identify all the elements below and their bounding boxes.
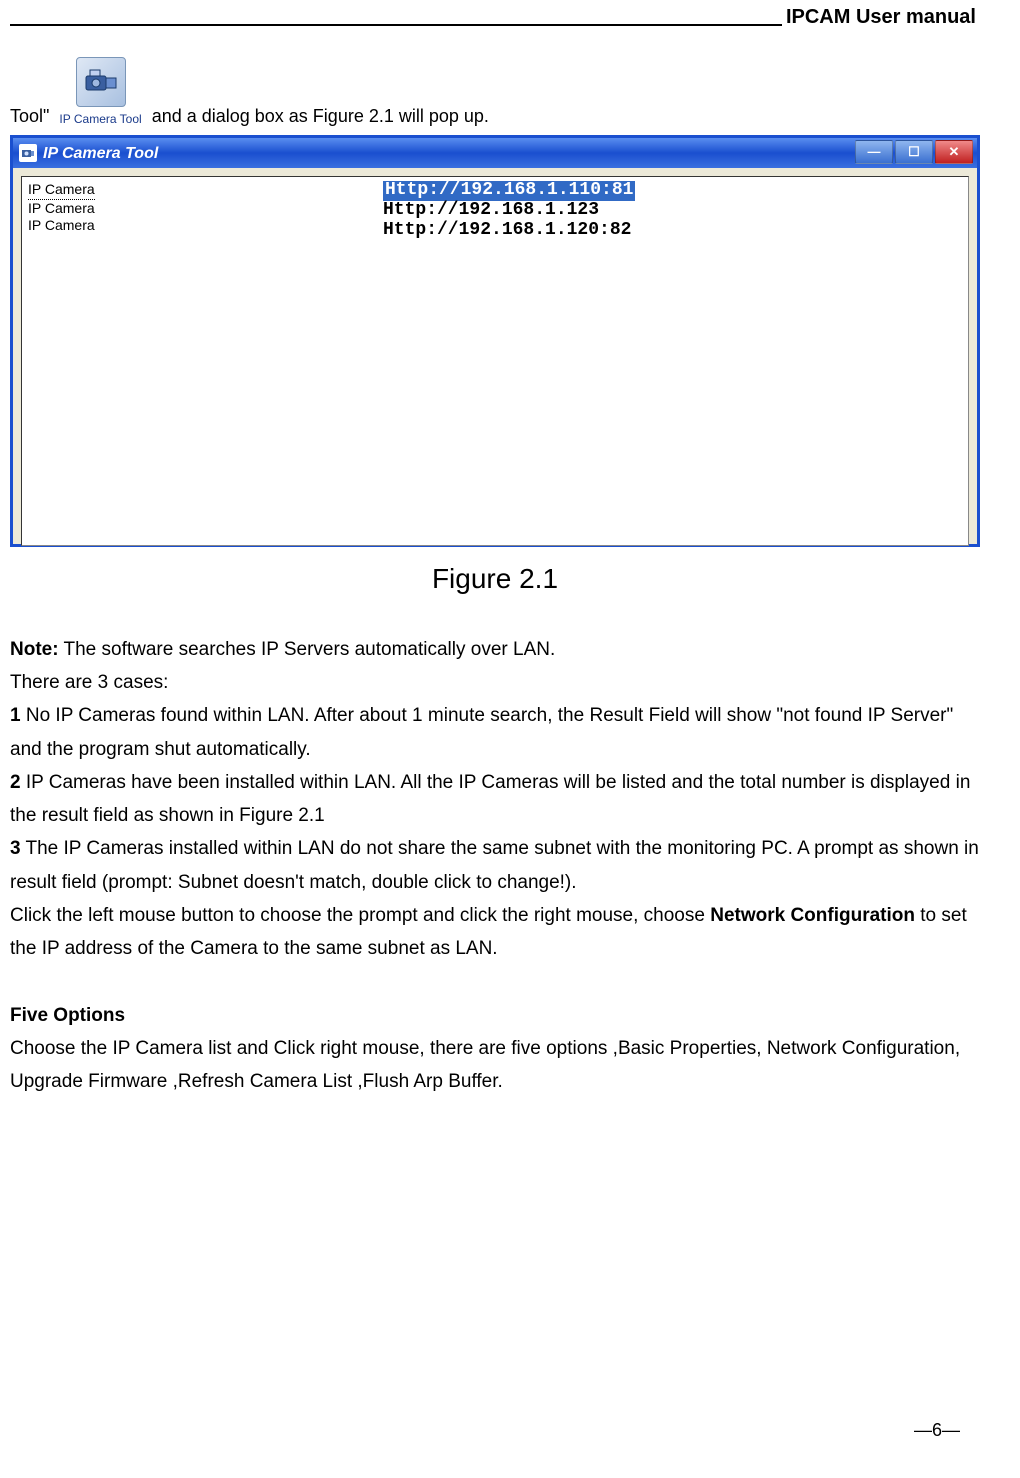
page-header-title: IPCAM User manual: [782, 0, 980, 34]
figure-caption: Figure 2.1: [10, 555, 980, 603]
case2-text: IP Cameras have been installed within LA…: [10, 772, 970, 826]
note-label: Note:: [10, 639, 59, 660]
camera-icon: [76, 57, 126, 107]
page-number: —6—: [914, 1415, 960, 1446]
list-item-url[interactable]: Http://192.168.1.123: [383, 201, 635, 221]
camera-name-column: IP Camera IP Camera IP Camera: [28, 181, 383, 541]
intro-post-text: and a dialog box as Figure 2.1 will pop …: [152, 101, 489, 132]
list-item[interactable]: IP Camera: [28, 200, 383, 218]
five-options-heading: Five Options: [10, 999, 980, 1032]
window-title: IP Camera Tool: [43, 140, 158, 167]
intro-pre-text: Tool": [10, 101, 49, 132]
window-minimize-button[interactable]: —: [855, 140, 893, 164]
five-options-text: Choose the IP Camera list and Click righ…: [10, 1032, 980, 1099]
camera-url-column: Http://192.168.1.110:81 Http://192.168.1…: [383, 181, 635, 541]
camera-list-area[interactable]: IP Camera IP Camera IP Camera Http://192…: [21, 176, 969, 546]
case3-text: The IP Cameras installed within LAN do n…: [10, 838, 979, 892]
network-configuration-label: Network Configuration: [710, 905, 915, 926]
window-titlebar: IP Camera Tool — ☐ ✕: [13, 138, 977, 168]
icon-caption: IP Camera Tool: [59, 109, 141, 129]
click-text-pre: Click the left mouse button to choose th…: [10, 905, 710, 926]
window-body: IP Camera IP Camera IP Camera Http://192…: [13, 168, 977, 544]
case2-num: 2: [10, 772, 21, 793]
note-text: The software searches IP Servers automat…: [59, 639, 556, 660]
window-maximize-button[interactable]: ☐: [895, 140, 933, 164]
list-item-url[interactable]: Http://192.168.1.110:81: [383, 181, 635, 201]
list-item[interactable]: IP Camera: [28, 217, 383, 235]
case3-num: 3: [10, 838, 21, 859]
list-item[interactable]: IP Camera: [28, 181, 95, 200]
intro-line: Tool" IP Camera Tool and a dialog box as…: [10, 55, 980, 131]
list-item-url[interactable]: Http://192.168.1.120:82: [383, 221, 635, 241]
case1-text: No IP Cameras found within LAN. After ab…: [10, 705, 953, 759]
ip-camera-tool-window: IP Camera Tool — ☐ ✕ IP Camera IP Camera…: [10, 135, 980, 547]
titlebar-app-icon: [19, 144, 37, 162]
window-close-button[interactable]: ✕: [935, 140, 973, 164]
ip-camera-tool-shortcut-icon: IP Camera Tool: [57, 55, 143, 131]
case1-num: 1: [10, 705, 21, 726]
body-text: Note: The software searches IP Servers a…: [10, 633, 980, 1099]
cases-intro: There are 3 cases:: [10, 666, 980, 699]
